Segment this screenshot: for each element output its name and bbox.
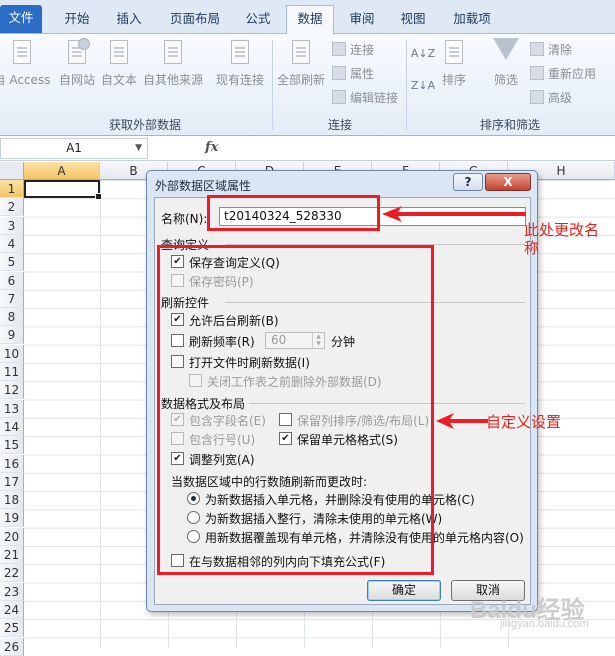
row-header[interactable]: 13 [0,399,24,418]
row-header[interactable]: 17 [0,472,24,491]
from-web-button[interactable]: 自网站 [56,38,98,88]
tab-addins[interactable]: 加载项 [444,6,500,33]
row-header[interactable]: 9 [0,326,24,345]
name-label: 名称(N): [161,212,208,226]
funnel-icon [493,38,519,60]
sort-az-icon: A↓Z [410,47,436,60]
row-header[interactable]: 6 [0,271,24,290]
tab-data[interactable]: 数据 [286,5,334,34]
name-highlight-box [207,195,380,231]
advanced-button[interactable]: 高级 [530,88,572,108]
text-file-icon [106,38,132,68]
clear-icon [530,42,544,56]
tab-home[interactable]: 开始 [52,6,102,33]
from-other-sources-button[interactable]: 自其他来源 [140,38,206,88]
custom-settings-annotation: 自定义设置 [486,413,562,431]
name-box[interactable]: A1 ▼ [0,138,148,159]
row-header[interactable]: 16 [0,454,24,473]
row-header[interactable]: 8 [0,308,24,327]
row-header[interactable]: 1 [0,180,24,198]
existing-connections-icon [227,38,253,68]
help-button[interactable]: ? [453,173,483,191]
row-header[interactable]: 22 [0,564,24,583]
group-separator [272,40,273,130]
row-header[interactable]: 24 [0,600,24,619]
connections-icon [332,42,346,56]
row-header[interactable]: 10 [0,344,24,363]
properties-icon [332,66,346,80]
active-cell-a1[interactable] [24,180,102,200]
group-label-sort-filter: 排序和筛选 [479,118,540,132]
row-header[interactable]: 4 [0,234,24,253]
advanced-icon [530,90,544,104]
dialog-title: 外部数据区域属性 [155,179,252,193]
custom-arrow-icon [436,413,488,429]
chevron-down-icon[interactable]: ▼ [135,139,142,158]
sort-za-button[interactable]: Z↓A [410,78,436,92]
row-header[interactable]: 2 [0,198,24,217]
tab-formulas[interactable]: 公式 [234,6,282,33]
column-header-a[interactable]: A [24,162,100,180]
refresh-icon [288,38,314,68]
ok-button[interactable]: 确定 [367,580,441,601]
row-header[interactable]: 14 [0,417,24,436]
filter-button[interactable]: 筛选 [486,38,526,88]
row-header[interactable]: 11 [0,363,24,381]
group-separator [406,40,407,130]
select-all-corner[interactable] [0,162,24,180]
refresh-all-button[interactable]: 全部刷新 [274,38,328,88]
row-header[interactable]: 15 [0,436,24,455]
ribbon-data: 自 Access 自网站 自文本 自其他来源 现有连接 获取外部数据 全部刷新 … [0,34,615,136]
existing-connections-button[interactable]: 现有连接 [212,38,268,88]
tab-review[interactable]: 审阅 [338,6,386,33]
edit-links-icon [332,90,346,104]
from-text-button[interactable]: 自文本 [98,38,140,88]
clear-button[interactable]: 清除 [530,40,572,60]
row-header[interactable]: 23 [0,582,24,601]
edit-links-button[interactable]: 编辑链接 [332,88,398,108]
formula-bar: A1 ▼ fx [0,137,615,161]
row-header[interactable]: 21 [0,546,24,564]
row-header[interactable]: 5 [0,253,24,272]
properties-button[interactable]: 属性 [332,64,374,84]
row-header[interactable]: 19 [0,509,24,528]
row-header[interactable]: 12 [0,381,24,400]
row-header[interactable]: 20 [0,527,24,546]
connections-button[interactable]: 连接 [332,40,374,60]
sort-button[interactable]: 排序 [436,38,472,88]
settings-highlight-box [157,245,434,575]
row-header[interactable]: 7 [0,289,24,308]
group-label-get-external: 获取外部数据 [108,118,181,132]
rename-arrow-icon [382,206,526,222]
baidu-watermark-url: jingyan.baidu.com [500,618,589,630]
sort-icon [441,38,467,68]
ribbon-tab-bar: 文件 开始 插入 页面布局 公式 数据 审阅 视图 加载项 [0,0,615,34]
access-icon [9,38,35,68]
row-header[interactable]: 25 [0,619,24,638]
from-access-button[interactable]: 自 Access [0,38,54,88]
tab-view[interactable]: 视图 [390,6,436,33]
row-header[interactable]: 18 [0,491,24,510]
close-button[interactable]: X [485,173,531,191]
tab-page-layout[interactable]: 页面布局 [160,6,230,33]
other-sources-icon [160,38,186,68]
sort-az-button[interactable]: A↓Z [410,46,436,60]
reapply-icon [530,66,544,80]
tab-file[interactable]: 文件 [0,5,42,33]
reapply-button[interactable]: 重新应用 [530,64,596,84]
sort-za-icon: Z↓A [410,79,436,92]
insert-function-icon[interactable]: fx [205,140,218,155]
web-icon [64,38,90,68]
group-label-connections: 连接 [327,118,352,132]
row-header[interactable]: 3 [0,216,24,235]
row-header[interactable]: 26 [0,637,24,656]
tab-insert[interactable]: 插入 [104,6,154,33]
rename-annotation: 此处更改名称 [524,221,600,257]
